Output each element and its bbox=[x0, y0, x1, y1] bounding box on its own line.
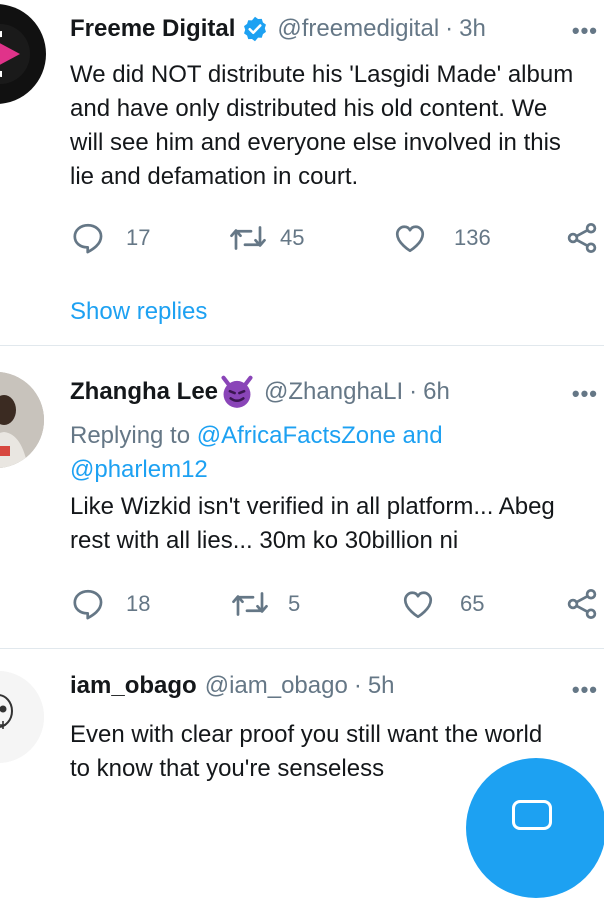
timestamp[interactable]: 5h bbox=[368, 672, 395, 700]
tweet-text: We did NOT distribute his 'Lasgidi Made'… bbox=[70, 58, 600, 194]
user-handle[interactable]: @iam_obago bbox=[205, 672, 348, 700]
more-icon[interactable]: ••• bbox=[572, 18, 598, 44]
mention-and[interactable]: and bbox=[403, 422, 443, 449]
user-handle[interactable]: @ZhanghaLI bbox=[264, 378, 403, 406]
tweet-text-line: Like Wizkid isn't verified in all platfo… bbox=[70, 493, 555, 520]
avatar-freeme-digital[interactable] bbox=[0, 4, 46, 104]
compose-icon bbox=[512, 800, 552, 830]
tweet-header: Freeme Digital @freemedigital · 3h bbox=[70, 12, 486, 46]
timestamp[interactable]: 3h bbox=[459, 15, 486, 43]
display-name[interactable]: iam_obago bbox=[70, 672, 197, 700]
like-button[interactable]: 136 bbox=[392, 218, 491, 258]
tweet-text-line: will see him and everyone else involved … bbox=[70, 129, 561, 156]
avatar-zhangha-lee[interactable] bbox=[0, 372, 44, 468]
like-count: 65 bbox=[460, 591, 485, 616]
display-name[interactable]: Freeme Digital bbox=[70, 15, 235, 43]
reply-icon bbox=[73, 223, 103, 254]
tweet-actions: 17 45 136 bbox=[70, 218, 604, 258]
freeme-logo-icon bbox=[0, 24, 30, 84]
retweet-count: 45 bbox=[280, 225, 305, 250]
more-icon[interactable]: ••• bbox=[572, 381, 598, 407]
tweet-header: iam_obago @iam_obago · 5h bbox=[70, 669, 395, 703]
like-count: 136 bbox=[454, 225, 491, 250]
share-button[interactable] bbox=[564, 218, 600, 258]
retweet-icon bbox=[230, 226, 266, 250]
tweet-text-line: and have only distributed his old conten… bbox=[70, 95, 548, 122]
retweet-button[interactable]: 45 bbox=[228, 218, 304, 258]
timestamp[interactable]: 6h bbox=[423, 378, 450, 406]
tweet-text-line: rest with all lies... 30m ko 30billion n… bbox=[70, 527, 459, 554]
mention-link[interactable]: @pharlem12 bbox=[70, 456, 208, 483]
tweet-zhangha-lee[interactable]: Zhangha Lee @ZhanghaLI · 6h ••• Replying… bbox=[0, 346, 604, 648]
like-icon bbox=[395, 225, 425, 253]
share-icon bbox=[567, 589, 597, 619]
separator-dot: · bbox=[353, 672, 362, 699]
reply-count: 18 bbox=[126, 591, 151, 616]
user-handle[interactable]: @freemedigital bbox=[277, 15, 439, 43]
like-button[interactable]: 65 bbox=[400, 584, 484, 624]
reply-button[interactable]: 18 bbox=[70, 584, 150, 624]
tweet-freeme-digital[interactable]: Freeme Digital @freemedigital · 3h ••• W… bbox=[0, 0, 604, 345]
tweet-header: Zhangha Lee @ZhanghaLI · 6h bbox=[70, 375, 450, 409]
reply-count: 17 bbox=[126, 225, 151, 250]
share-button[interactable] bbox=[564, 584, 600, 624]
replying-to-label: Replying to bbox=[70, 422, 191, 449]
tweet-text-line: lie and defamation in court. bbox=[70, 163, 359, 190]
tweet-actions: 18 5 65 bbox=[70, 584, 604, 624]
replying-to: Replying to @AfricaFactsZone and @pharle… bbox=[70, 419, 600, 487]
tweet-text-line: Even with clear proof you still want the… bbox=[70, 721, 543, 748]
retweet-count: 5 bbox=[288, 591, 301, 616]
separator-dot: · bbox=[409, 378, 418, 405]
display-name[interactable]: Zhangha Lee bbox=[70, 378, 218, 406]
retweet-icon bbox=[232, 592, 268, 616]
retweet-button[interactable]: 5 bbox=[230, 584, 300, 624]
like-icon bbox=[403, 591, 433, 619]
skull-sketch-icon bbox=[0, 671, 44, 763]
reply-icon bbox=[73, 589, 103, 620]
tweet-text: Like Wizkid isn't verified in all platfo… bbox=[70, 490, 600, 558]
verified-badge-icon bbox=[241, 15, 269, 43]
share-icon bbox=[567, 223, 597, 253]
avatar-iam-obago[interactable] bbox=[0, 671, 44, 763]
show-replies-link[interactable]: Show replies bbox=[70, 298, 207, 326]
more-icon[interactable]: ••• bbox=[572, 677, 598, 703]
reply-button[interactable]: 17 bbox=[70, 218, 150, 258]
mention-link[interactable]: @AfricaFactsZone bbox=[197, 422, 396, 449]
devil-emoji-icon bbox=[218, 373, 256, 411]
tweet-text-line: We did NOT distribute his 'Lasgidi Made'… bbox=[70, 61, 574, 88]
profile-photo-icon bbox=[0, 372, 44, 468]
separator-dot: · bbox=[445, 15, 454, 42]
